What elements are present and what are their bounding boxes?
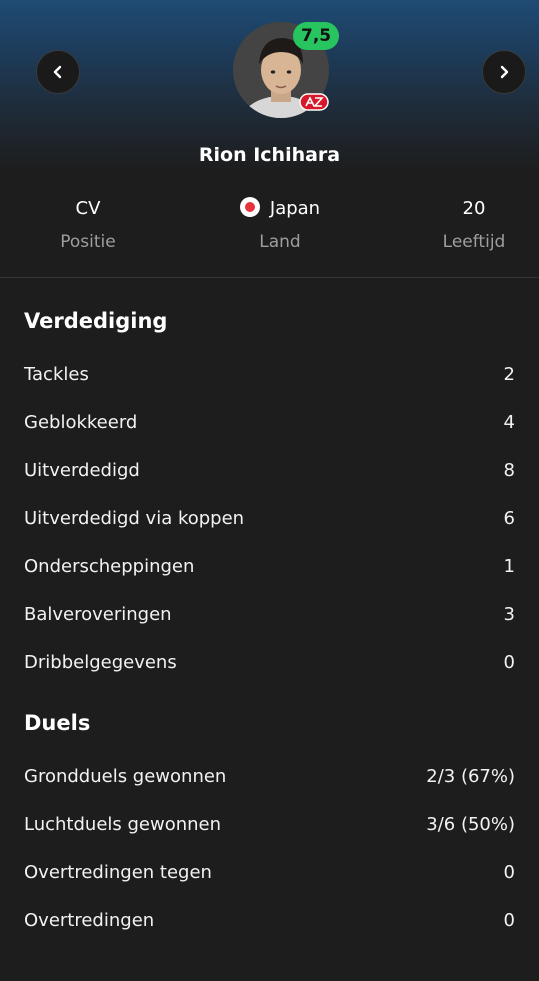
country-value-wrap: Japan <box>200 196 360 222</box>
stat-value: 2/3 (67%) <box>426 765 515 787</box>
player-header: 7,5 Rion Ichihara CV Positie Japan Land … <box>0 0 539 278</box>
stat-label: Uitverdedigd via koppen <box>24 507 245 529</box>
position-info: CV Positie <box>8 196 168 254</box>
stat-row: Overtredingen tegen 0 <box>24 852 515 892</box>
country-info: Japan Land <box>200 196 360 254</box>
stat-value: 6 <box>503 507 515 529</box>
position-label: Positie <box>60 232 116 252</box>
country-value: Japan <box>269 198 321 219</box>
stat-row: Dribbelgegevens 0 <box>24 642 515 682</box>
stat-row: Grondduels gewonnen 2/3 (67%) <box>24 756 515 796</box>
stat-row: Overtredingen 0 <box>24 900 515 940</box>
stat-value: 0 <box>503 909 515 931</box>
age-label: Leeftijd <box>442 232 506 252</box>
stat-label: Overtredingen <box>24 909 155 931</box>
country-label: Land <box>259 232 301 252</box>
player-info-row: CV Positie Japan Land 20 Leeftijd <box>0 196 539 266</box>
japan-flag-icon <box>239 197 260 217</box>
stat-value: 4 <box>503 411 515 433</box>
stat-label: Balveroveringen <box>24 603 172 625</box>
stat-label: Onderscheppingen <box>24 555 195 577</box>
stat-label: Geblokkeerd <box>24 411 138 433</box>
next-player-button[interactable] <box>482 50 526 94</box>
stat-label: Luchtduels gewonnen <box>24 813 222 835</box>
stat-row: Balveroveringen 3 <box>24 594 515 634</box>
stat-row: Onderscheppingen 1 <box>24 546 515 586</box>
az-club-badge <box>299 92 329 112</box>
stat-row: Tackles 2 <box>24 354 515 394</box>
stat-label: Dribbelgegevens <box>24 651 177 673</box>
stat-value: 3 <box>503 603 515 625</box>
stat-value: 1 <box>503 555 515 577</box>
stat-row: Geblokkeerd 4 <box>24 402 515 442</box>
player-rating-badge: 7,5 <box>293 22 340 50</box>
section-title-duels: Duels <box>24 711 91 735</box>
stat-label: Overtredingen tegen <box>24 861 212 883</box>
stat-row: Uitverdedigd 8 <box>24 450 515 490</box>
stat-label: Tackles <box>24 363 89 385</box>
stat-value: 0 <box>503 861 515 883</box>
stat-row: Luchtduels gewonnen 3/6 (50%) <box>24 804 515 844</box>
player-name: Rion Ichihara <box>198 144 341 166</box>
stat-value: 0 <box>503 651 515 673</box>
stat-row: Uitverdedigd via koppen 6 <box>24 498 515 538</box>
player-avatar-container: 7,5 <box>233 22 340 118</box>
chevron-left-icon <box>53 65 62 79</box>
position-value: CV <box>75 198 101 219</box>
stat-value: 3/6 (50%) <box>426 813 515 835</box>
stat-value: 2 <box>503 363 515 385</box>
age-value: 20 <box>462 198 486 219</box>
stat-value: 8 <box>503 459 515 481</box>
stat-label: Uitverdedigd <box>24 459 140 481</box>
chevron-right-icon <box>500 65 509 79</box>
previous-player-button[interactable] <box>36 50 80 94</box>
stat-label: Grondduels gewonnen <box>24 765 227 787</box>
age-info: 20 Leeftijd <box>394 196 539 254</box>
section-title-verdediging: Verdediging <box>24 309 168 333</box>
